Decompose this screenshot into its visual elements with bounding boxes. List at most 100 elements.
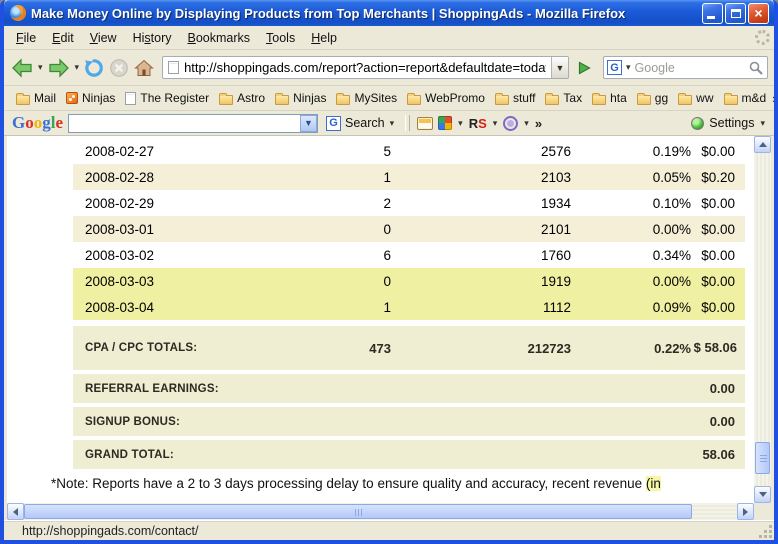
scroll-right-button[interactable]	[737, 503, 754, 520]
home-button[interactable]	[133, 57, 155, 79]
date-cell: 2008-03-01	[73, 222, 323, 237]
bookmark-label: WebPromo	[425, 91, 485, 105]
search-bar[interactable]: G ▾	[603, 56, 768, 79]
search-engine-icon[interactable]: G	[607, 60, 622, 75]
rs-dropdown[interactable]: ▾	[492, 118, 499, 129]
go-icon	[575, 59, 593, 77]
multicolor-icon[interactable]	[438, 116, 452, 130]
note-prefix: *Note: Reports have a 2 to 3 days proces…	[51, 476, 646, 491]
stop-button[interactable]	[108, 57, 130, 79]
date-cell: 2008-02-29	[73, 196, 323, 211]
bookmark-item[interactable]: m&d	[720, 89, 771, 107]
bookmark-item[interactable]: WebPromo	[403, 89, 489, 107]
bookmark-item[interactable]: Mail	[12, 89, 60, 107]
bookmarks-overflow-chevron[interactable]: »	[772, 91, 778, 106]
date-cell: 2008-03-02	[73, 248, 323, 263]
card-icon[interactable]	[417, 117, 433, 130]
bookmark-label: Ninjas	[82, 91, 115, 105]
page-content: 2008-02-27525760.19%$0.002008-02-2812103…	[4, 136, 774, 520]
table-row: 2008-03-04111120.09%$0.00	[73, 294, 745, 320]
settings-status-icon	[691, 117, 704, 130]
google-search-button[interactable]: G Search ▾	[323, 115, 398, 132]
search-icon[interactable]	[748, 60, 764, 76]
menu-bar: FileEditViewHistoryBookmarksToolsHelp	[4, 26, 774, 50]
menu-items: FileEditViewHistoryBookmarksToolsHelp	[8, 28, 345, 48]
ctr-cell: 0.10%	[571, 196, 691, 211]
toolbar-grip[interactable]	[405, 115, 410, 131]
bookmark-item[interactable]: gg	[633, 89, 672, 107]
bookmark-item[interactable]: Astro	[215, 89, 269, 107]
maximize-button[interactable]	[725, 3, 746, 24]
google-search-combo[interactable]: ▼	[68, 114, 318, 133]
bookmark-item[interactable]: ww	[674, 89, 717, 107]
horizontal-scrollbar[interactable]	[7, 503, 754, 520]
horizontal-scrollbar-thumb[interactable]	[24, 504, 692, 519]
bookmark-label: stuff	[513, 91, 535, 105]
ctr-cell: 0.00%	[571, 222, 691, 237]
menu-file[interactable]: File	[8, 28, 44, 48]
back-button[interactable]	[10, 56, 34, 80]
reload-button[interactable]	[83, 57, 105, 79]
bookmark-item[interactable]: stuff	[491, 89, 539, 107]
back-dropdown[interactable]: ▾	[37, 62, 44, 73]
gtoolbar-overflow-chevron[interactable]: »	[535, 116, 544, 131]
search-engine-dropdown[interactable]: ▾	[625, 62, 632, 73]
menu-edit[interactable]: Edit	[44, 28, 82, 48]
menu-help[interactable]: Help	[303, 28, 345, 48]
forward-dropdown[interactable]: ▾	[74, 62, 81, 73]
status-text: http://shoppingads.com/contact/	[22, 524, 199, 538]
url-text[interactable]: http://shoppingads.com/report?action=rep…	[184, 60, 546, 75]
back-icon	[11, 57, 33, 79]
ctr-cell: 0.34%	[571, 248, 691, 263]
settings-button[interactable]: Settings	[709, 116, 754, 130]
folder-icon	[545, 95, 559, 105]
bookmark-item[interactable]: MySites	[332, 89, 401, 107]
scroll-up-button[interactable]	[754, 136, 771, 153]
combo-dropdown-icon[interactable]: ▼	[300, 115, 317, 132]
close-button[interactable]: ×	[748, 3, 769, 24]
page-icon	[168, 61, 179, 74]
bookmark-item[interactable]: hta	[588, 89, 631, 107]
bookmark-label: Astro	[237, 91, 265, 105]
rs-button[interactable]: RS	[469, 116, 487, 131]
stop-icon	[109, 58, 129, 78]
scroll-left-button[interactable]	[7, 503, 24, 520]
revenue-cell: $0.20	[691, 170, 745, 185]
menu-history[interactable]: History	[125, 28, 180, 48]
scroll-down-button[interactable]	[754, 486, 771, 503]
ctr-cell: 0.05%	[571, 170, 691, 185]
revenue-cell: $0.00	[691, 274, 745, 289]
menu-bookmarks[interactable]: Bookmarks	[180, 28, 259, 48]
search-input[interactable]	[635, 61, 745, 75]
bookmark-label: gg	[655, 91, 668, 105]
clicks-cell: 0	[323, 274, 391, 289]
go-button[interactable]	[572, 56, 596, 80]
resize-grip-icon[interactable]	[759, 525, 772, 538]
bookmark-item[interactable]: Tax	[541, 89, 586, 107]
bookmark-item[interactable]: Ninjas	[62, 89, 119, 107]
vertical-scrollbar[interactable]	[754, 136, 771, 503]
url-field[interactable]: http://shoppingads.com/report?action=rep…	[162, 56, 569, 79]
bookmark-item[interactable]: The Register	[121, 89, 213, 107]
link-dropdown[interactable]: ▾	[523, 118, 530, 129]
g-icon: G	[326, 116, 341, 131]
impressions-cell: 1112	[391, 300, 571, 315]
vertical-scrollbar-thumb[interactable]	[755, 442, 770, 474]
forward-icon	[48, 57, 70, 79]
forward-button[interactable]	[47, 56, 71, 80]
minimize-button[interactable]	[702, 3, 723, 24]
revenue-cell: $0.00	[691, 222, 745, 237]
multicolor-dropdown[interactable]: ▾	[457, 118, 464, 129]
bookmark-label: The Register	[140, 91, 209, 105]
report-table: 2008-02-27525760.19%$0.002008-02-2812103…	[7, 138, 754, 320]
table-row: 2008-02-28121030.05%$0.20	[73, 164, 745, 190]
folder-icon	[407, 95, 421, 105]
settings-dropdown[interactable]: ▾	[759, 118, 766, 129]
menu-tools[interactable]: Tools	[258, 28, 303, 48]
bookmark-item[interactable]: Ninjas	[271, 89, 330, 107]
menu-view[interactable]: View	[82, 28, 125, 48]
link-icon[interactable]	[503, 116, 518, 131]
bookmark-label: hta	[610, 91, 627, 105]
google-search-dropdown[interactable]: ▾	[389, 118, 396, 129]
url-dropdown[interactable]: ▼	[551, 57, 568, 78]
